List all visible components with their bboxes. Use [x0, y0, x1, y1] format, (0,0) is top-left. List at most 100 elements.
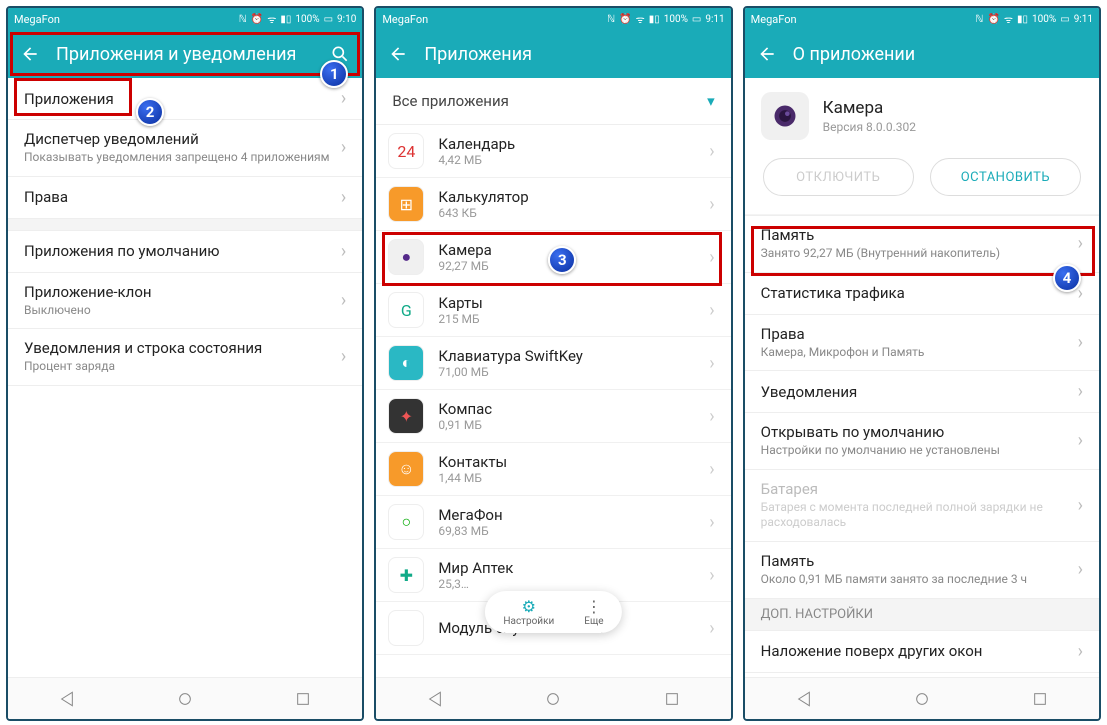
alarm-icon: ⏰ — [619, 14, 631, 25]
app-row-контакты[interactable]: ☺ Контакты 1,44 МБ › — [376, 443, 730, 496]
chevron-right-icon: › — [709, 565, 714, 586]
app-icon: ○ — [388, 504, 424, 540]
app-row-клавиатура swiftkey[interactable]: ◐ Клавиатура SwiftKey 71,00 МБ › — [376, 337, 730, 390]
app-header: Камера Версия 8.0.0.302 — [745, 78, 1099, 158]
app-row-карты[interactable]: G Карты 215 МБ › — [376, 284, 730, 337]
status-right: ℕ ⏰ ᯤ ▮▯ 100% ▭ 9:11 — [975, 12, 1093, 26]
app-icon: ● — [388, 239, 424, 275]
content: Камера Версия 8.0.0.302 ОТКЛЮЧИТЬ ОСТАНО… — [745, 78, 1099, 677]
menu-more[interactable]: ⋮ Еще — [584, 597, 603, 627]
back-button[interactable] — [386, 42, 410, 66]
wifi-icon: ᯤ — [636, 12, 645, 26]
title-bar: Приложения и уведомления — [8, 30, 362, 78]
row-sub: Занято 92,27 МБ (Внутренний накопитель) — [761, 246, 1078, 262]
app-size: 215 МБ — [438, 312, 709, 326]
app-row-компас[interactable]: ✦ Компас 0,91 МБ › — [376, 390, 730, 443]
row-sub: Показывать уведомления запрещено 4 прило… — [24, 150, 341, 166]
page-title: Приложения и уведомления — [56, 44, 296, 65]
app-size: 4,42 МБ — [438, 153, 709, 167]
row-notif-manager[interactable]: Диспетчер уведомлений Показывать уведомл… — [8, 120, 362, 177]
title-bar: О приложении — [745, 30, 1099, 78]
chevron-right-icon: › — [709, 300, 714, 321]
menu-settings[interactable]: ⚙ Настройки — [503, 597, 554, 627]
menu-label: Настройки — [503, 616, 554, 627]
app-row-мегафон[interactable]: ○ МегаФон 69,83 МБ › — [376, 496, 730, 549]
row-notif-statusbar[interactable]: Уведомления и строка состояния Процент з… — [8, 329, 362, 386]
filter-label: Все приложения — [392, 92, 509, 110]
chevron-right-icon: › — [1078, 641, 1083, 662]
row-overlay[interactable]: Наложение поверх других окон › — [745, 631, 1099, 673]
app-name: Камера — [823, 98, 916, 118]
chevron-right-icon: › — [709, 194, 714, 215]
chevron-right-icon: › — [709, 141, 714, 162]
content: Приложения › Диспетчер уведомлений Показ… — [8, 78, 362, 677]
row-permissions[interactable]: Права › — [8, 177, 362, 219]
app-size: 643 КБ — [438, 206, 709, 220]
clock: 9:11 — [705, 14, 724, 25]
back-button[interactable] — [18, 42, 42, 66]
detail-row[interactable]: Открывать по умолчанию Настройки по умол… — [745, 413, 1099, 470]
nav-home[interactable] — [176, 690, 194, 708]
app-icon: ⊞ — [388, 186, 424, 222]
detail-row: Батарея Батарея с момента последней полн… — [745, 470, 1099, 542]
row-apps[interactable]: Приложения › — [8, 78, 362, 120]
nav-recent[interactable] — [294, 690, 312, 708]
signal-icon: ▮▯ — [280, 14, 291, 25]
disable-button[interactable]: ОТКЛЮЧИТЬ — [763, 158, 914, 196]
chevron-right-icon: › — [1078, 559, 1083, 580]
status-bar: MegaFon ℕ ⏰ ᯤ ▮▯ 100% ▭ 9:10 — [8, 8, 362, 30]
battery-icon: ▭ — [692, 14, 701, 25]
row-title: Права — [761, 325, 1078, 343]
signal-icon: ▮▯ — [649, 14, 660, 25]
chevron-right-icon: › — [709, 618, 714, 639]
app-row-календарь[interactable]: 24 Календарь 4,42 МБ › — [376, 125, 730, 178]
detail-row[interactable]: Уведомления › — [745, 371, 1099, 413]
row-sub: Настройки по умолчанию не установлены — [761, 443, 1078, 459]
row-default-apps[interactable]: Приложения по умолчанию › — [8, 231, 362, 273]
alarm-icon: ⏰ — [251, 14, 263, 25]
detail-row[interactable]: Память Занято 92,27 МБ (Внутренний накоп… — [745, 216, 1099, 273]
app-name: Карты — [438, 294, 709, 312]
app-name: Калькулятор — [438, 188, 709, 206]
caret-down-icon: ▾ — [707, 92, 715, 110]
stop-button[interactable]: ОСТАНОВИТЬ — [930, 158, 1081, 196]
chevron-right-icon: › — [709, 353, 714, 374]
battery-pct: 100% — [1032, 14, 1056, 25]
status-right: ℕ ⏰ ᯤ ▮▯ 100% ▭ 9:10 — [239, 12, 357, 26]
page-title: Приложения — [424, 44, 532, 65]
arrow-left-icon — [757, 44, 777, 64]
row-title: Память — [761, 226, 1078, 244]
status-bar: MegaFon ℕ ⏰ ᯤ ▮▯ 100% ▭ 9:11 — [376, 8, 730, 30]
battery-pct: 100% — [664, 14, 688, 25]
detail-row[interactable]: Память Около 0,91 МБ памяти занято за по… — [745, 542, 1099, 599]
detail-row[interactable]: Права Камера, Микрофон и Память › — [745, 315, 1099, 372]
gear-icon: ⚙ — [503, 597, 554, 616]
chevron-right-icon: › — [1078, 233, 1083, 254]
row-title: Диспетчер уведомлений — [24, 130, 341, 148]
alarm-icon: ⏰ — [987, 14, 999, 25]
chevron-right-icon: › — [1078, 495, 1083, 516]
row-title: Уведомления и строка состояния — [24, 339, 341, 357]
row-title: Уведомления — [761, 383, 1078, 401]
nav-home[interactable] — [544, 690, 562, 708]
row-title: Память — [761, 552, 1078, 570]
app-name: МегаФон — [438, 506, 709, 524]
row-sub: Около 0,91 МБ памяти занято за последние… — [761, 572, 1078, 588]
app-icon: 24 — [388, 133, 424, 169]
row-app-clone[interactable]: Приложение-клон Выключено › — [8, 273, 362, 330]
app-row-калькулятор[interactable]: ⊞ Калькулятор 643 КБ › — [376, 178, 730, 231]
phone-screen-3: MegaFon ℕ ⏰ ᯤ ▮▯ 100% ▭ 9:11 О приложени… — [743, 6, 1101, 721]
nav-back[interactable] — [58, 690, 76, 708]
nav-recent[interactable] — [663, 690, 681, 708]
nav-back[interactable] — [795, 690, 813, 708]
detail-row[interactable]: Статистика трафика › — [745, 273, 1099, 315]
nav-home[interactable] — [913, 690, 931, 708]
nav-bar — [8, 677, 362, 719]
back-button[interactable] — [755, 42, 779, 66]
nav-recent[interactable] — [1031, 690, 1049, 708]
nav-bar — [376, 677, 730, 719]
app-name: Контакты — [438, 453, 709, 471]
nfc-icon: ℕ — [975, 14, 983, 25]
nav-back[interactable] — [426, 690, 444, 708]
filter-dropdown[interactable]: Все приложения ▾ — [376, 78, 730, 125]
